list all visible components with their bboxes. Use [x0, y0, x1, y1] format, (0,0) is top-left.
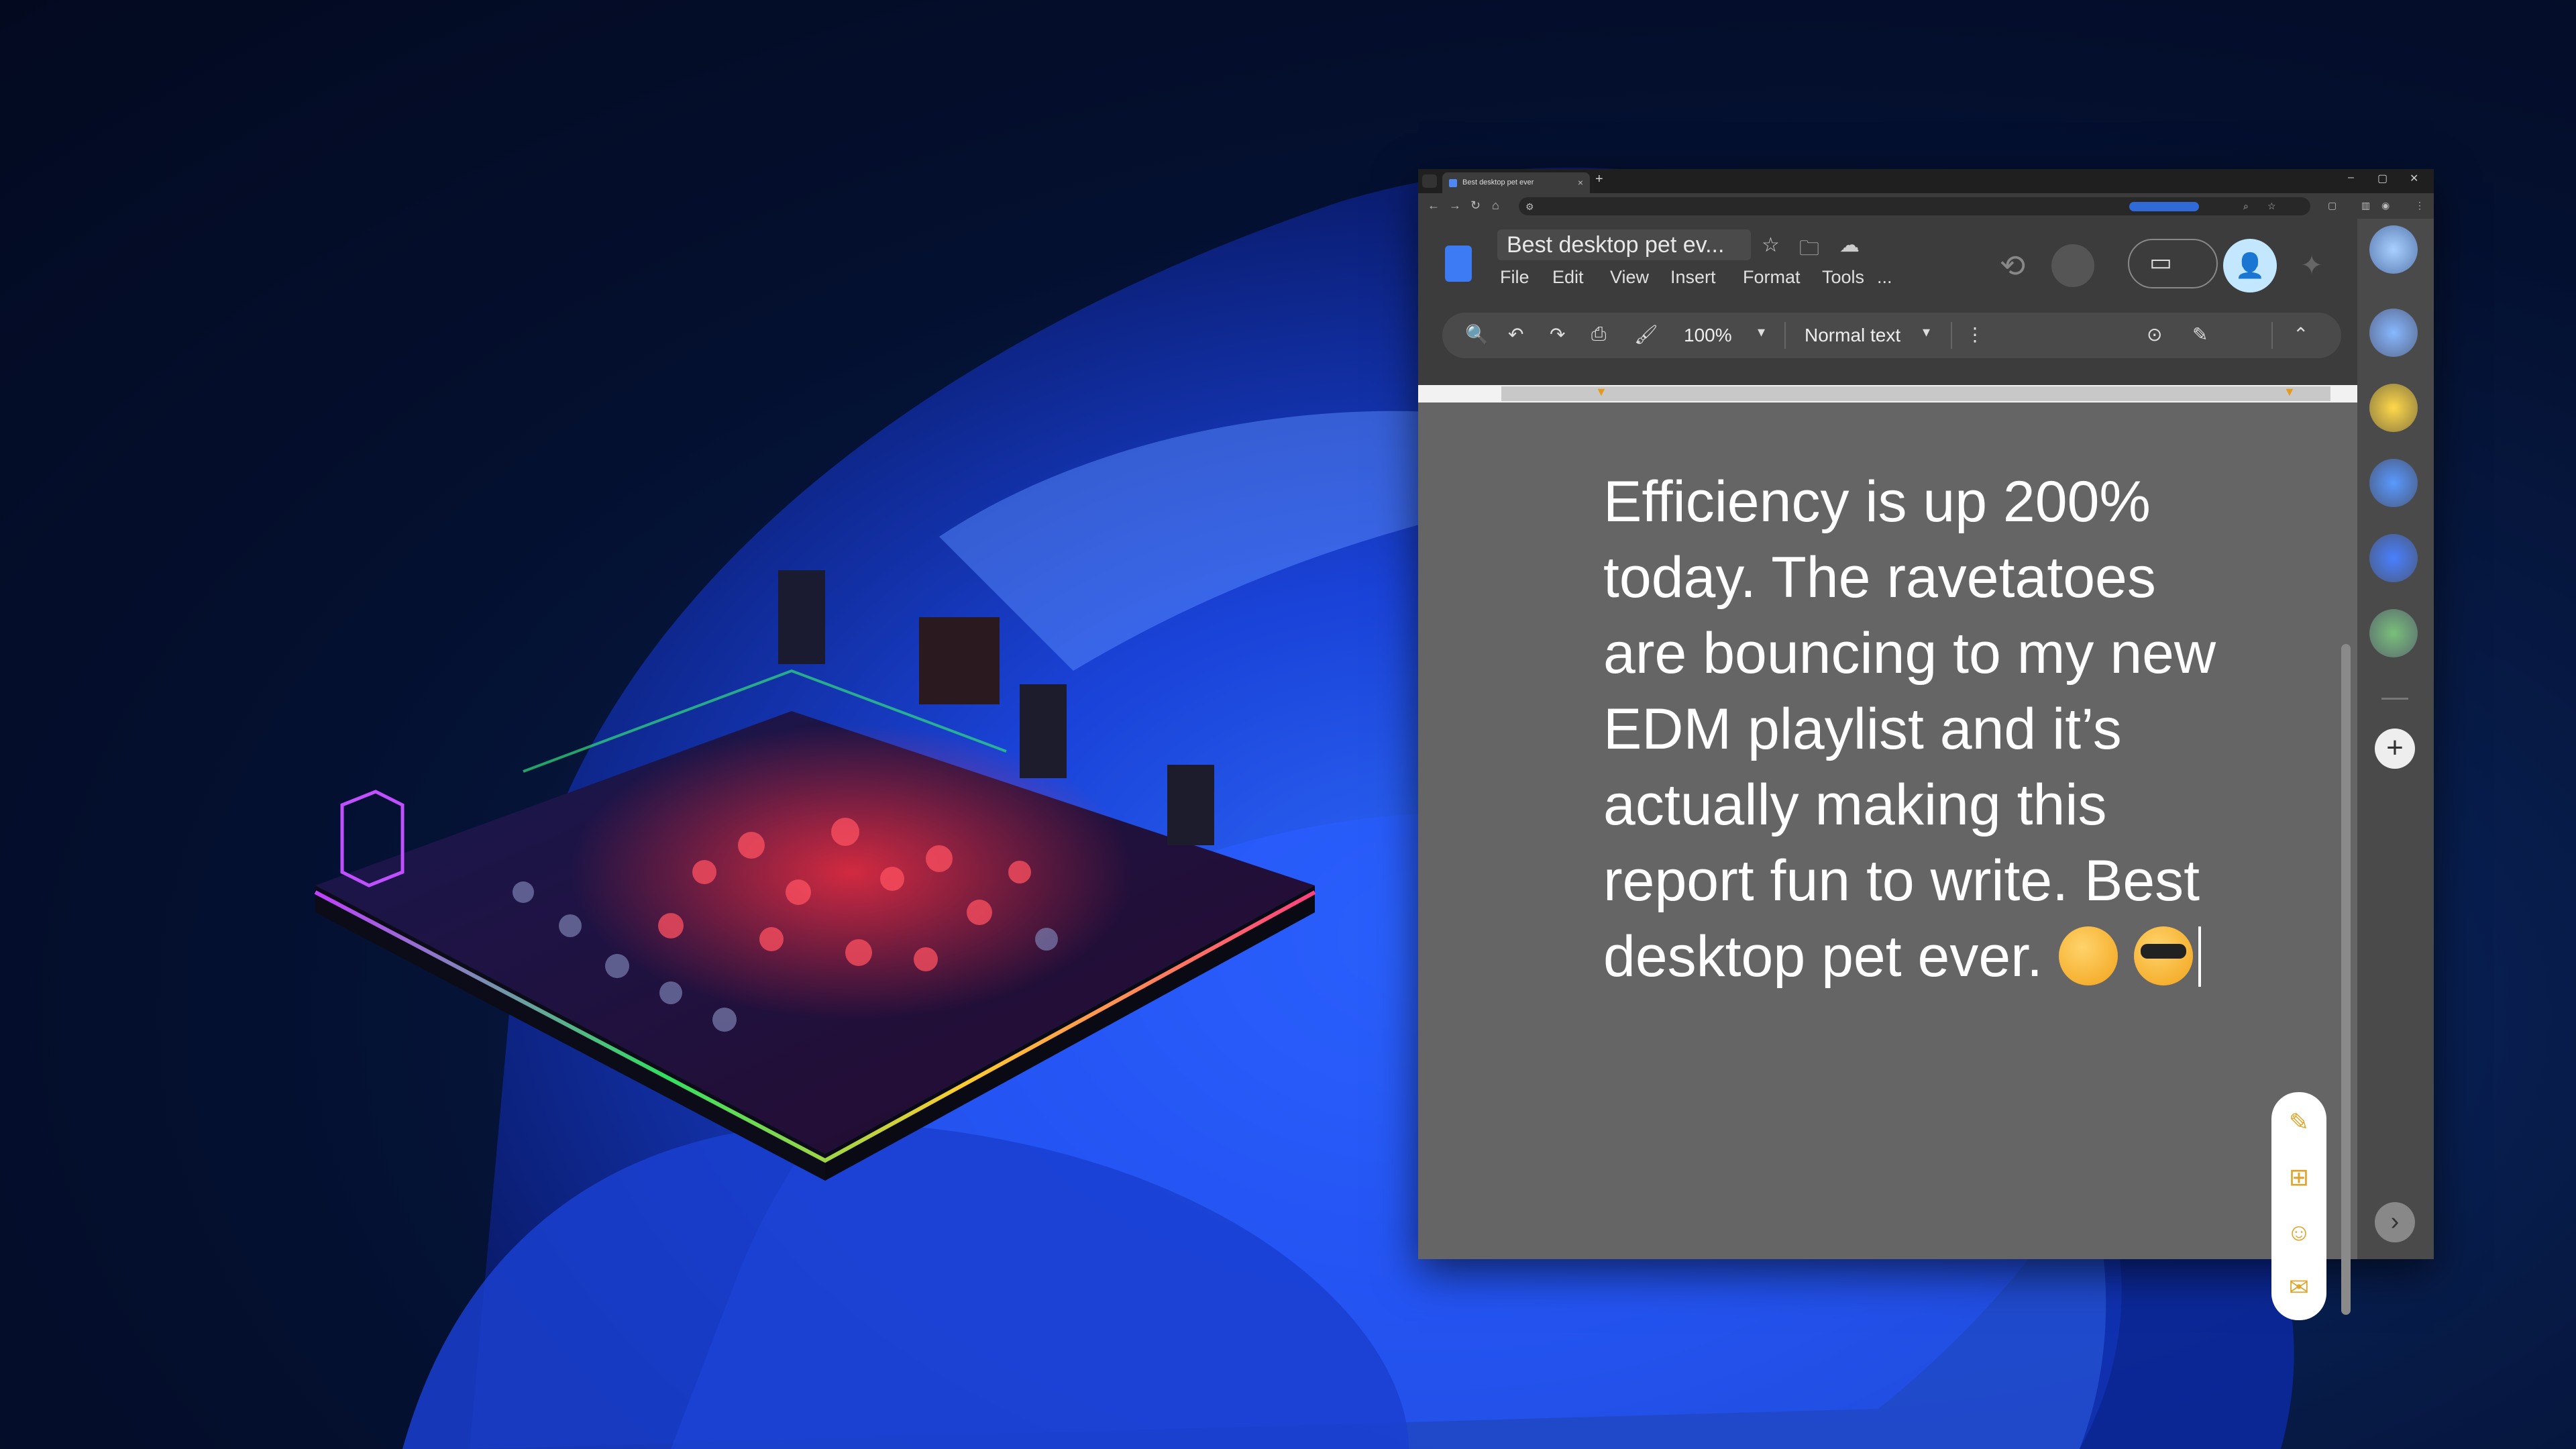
- collapse-chevron-up-icon[interactable]: ⌃: [2293, 323, 2308, 345]
- home-icon[interactable]: ⌂: [1492, 199, 1499, 213]
- paint-format-icon[interactable]: 🖌: [1634, 323, 1658, 345]
- extensions-icon[interactable]: ▢: [2328, 200, 2339, 211]
- zoom-select[interactable]: 100%: [1684, 325, 1732, 346]
- magic-icon[interactable]: ⊙: [2147, 323, 2162, 345]
- floating-side-tools: ✎ ⊞ ☺ ✉: [2271, 1092, 2326, 1320]
- search-icon[interactable]: 🔍: [1465, 323, 1489, 345]
- minimize-button[interactable]: –: [2348, 172, 2354, 184]
- document-canvas[interactable]: Efficiency is up 200% today. The ravetat…: [1418, 402, 2357, 1320]
- reload-icon[interactable]: ↻: [1470, 199, 1481, 213]
- site-info-icon[interactable]: ⚙: [1525, 201, 1536, 212]
- side-panel-rail: + ›: [2357, 219, 2434, 1259]
- video-icon: ▭: [2149, 248, 2173, 276]
- body-line-last: desktop pet ever.: [1603, 919, 2301, 995]
- menu-edit[interactable]: Edit: [1552, 267, 1584, 288]
- style-chevron-down-icon[interactable]: ▾: [1923, 323, 1930, 341]
- menu-format[interactable]: Format: [1743, 267, 1801, 288]
- menu-insert[interactable]: Insert: [1670, 267, 1716, 288]
- body-line: today. The ravetatoes: [1603, 545, 2156, 610]
- calendar-icon[interactable]: [2369, 309, 2418, 357]
- document-title[interactable]: Best desktop pet ev...: [1497, 229, 1751, 260]
- tasks-icon[interactable]: [2369, 459, 2418, 507]
- zoom-chevron-down-icon[interactable]: ▾: [1758, 323, 1765, 341]
- star-icon[interactable]: ☆: [1762, 233, 1780, 257]
- keep-icon[interactable]: [2369, 384, 2418, 432]
- history-icon[interactable]: ⟲: [1991, 244, 2034, 287]
- address-bar-chip[interactable]: [2129, 202, 2199, 211]
- document-body[interactable]: Efficiency is up 200% today. The ravetat…: [1603, 464, 2301, 995]
- menu-view[interactable]: View: [1610, 267, 1649, 288]
- browser-window: Best desktop pet ever × + – ▢ ✕ ← → ↻ ⌂ …: [1418, 169, 2434, 1320]
- maximize-button[interactable]: ▢: [2377, 172, 2387, 185]
- add-addon-button[interactable]: +: [2375, 729, 2415, 769]
- folder-icon[interactable]: 🗀: [1799, 233, 1819, 268]
- more-icon[interactable]: ⋮: [1966, 323, 1984, 345]
- emoji-reaction-icon[interactable]: ☺: [2285, 1218, 2313, 1246]
- ruler-page-area: [1501, 386, 2330, 401]
- meet-button[interactable]: ▭: [2128, 239, 2218, 288]
- address-bar[interactable]: ⚙ ⌕ ☆: [1519, 197, 2310, 215]
- sunglasses-face-emoji-icon: [2134, 926, 2193, 985]
- formatting-toolbar: 🔍 ↶ ↷ ⎙ 🖌 100% ▾ Normal text ▾ ⋮ ⊙ ✎ ⌃: [1442, 313, 2341, 358]
- zoom-icon[interactable]: ⌕: [2243, 201, 2254, 211]
- bookmark-star-icon[interactable]: ☆: [2267, 201, 2278, 211]
- redo-icon[interactable]: ↷: [1550, 323, 1565, 345]
- profile-icon[interactable]: ◉: [2381, 200, 2392, 211]
- smiling-face-emoji-icon: [2059, 926, 2118, 985]
- indent-marker-icon[interactable]: ▼: [1595, 385, 1607, 399]
- maps-icon[interactable]: [2369, 609, 2418, 657]
- forward-icon[interactable]: →: [1449, 199, 1461, 213]
- body-line: EDM playlist and it’s: [1603, 697, 2122, 761]
- toolbar-divider: [1951, 322, 1952, 349]
- right-indent-marker-icon[interactable]: ▼: [2284, 385, 2296, 399]
- print-icon[interactable]: ⎙: [1591, 323, 1606, 345]
- rail-divider: [2381, 698, 2408, 700]
- toolbar-divider: [2271, 322, 2273, 349]
- editing-mode-icon[interactable]: ✎: [2192, 323, 2208, 345]
- contacts-icon[interactable]: [2369, 534, 2418, 582]
- add-comment-icon[interactable]: ⊞: [2285, 1163, 2313, 1191]
- body-line: are bouncing to my new: [1603, 621, 2216, 686]
- close-window-button[interactable]: ✕: [2410, 172, 2418, 185]
- docs-header: Best desktop pet ev... ☆ 🗀 ☁ File Edit V…: [1418, 219, 2357, 299]
- body-line: report fun to write. Best: [1603, 849, 2200, 913]
- share-button[interactable]: 👤: [2223, 239, 2277, 292]
- ruler[interactable]: ▼ ▼: [1418, 385, 2357, 402]
- sidebar-icon[interactable]: ▥: [2361, 200, 2372, 211]
- menu-more[interactable]: ...: [1877, 267, 1892, 288]
- undo-icon[interactable]: ↶: [1508, 323, 1523, 345]
- toolbar-divider: [1784, 322, 1786, 349]
- tab-search-button[interactable]: [1422, 174, 1437, 188]
- docs-favicon-icon: [1449, 179, 1457, 187]
- add-person-icon: 👤: [2235, 252, 2265, 279]
- omnibox-bar: ← → ↻ ⌂ ⚙ ⌕ ☆ ▢ ▥ ◉ ⋮: [1418, 193, 2434, 219]
- docs-logo-icon[interactable]: [1445, 246, 1472, 282]
- gemini-icon[interactable]: ✦: [2290, 244, 2333, 287]
- paragraph-style-select[interactable]: Normal text: [1805, 325, 1900, 346]
- cloud-icon[interactable]: ☁: [1839, 233, 1860, 257]
- vertical-scrollbar[interactable]: [2341, 644, 2351, 1315]
- new-tab-button[interactable]: +: [1595, 172, 1603, 187]
- back-icon[interactable]: ←: [1428, 199, 1440, 213]
- show-side-panel-button[interactable]: ›: [2375, 1202, 2415, 1242]
- suggest-edits-icon[interactable]: ✉: [2285, 1273, 2313, 1301]
- tab-close-icon[interactable]: ×: [1578, 172, 1583, 193]
- text-cursor: [2198, 926, 2201, 987]
- browser-menu-icon[interactable]: ⋮: [2415, 200, 2426, 211]
- menu-file[interactable]: File: [1500, 267, 1529, 288]
- gemini-avatar-icon[interactable]: [2369, 225, 2418, 274]
- tab-title: Best desktop pet ever: [1462, 178, 1534, 186]
- body-line: actually making this: [1603, 773, 2107, 837]
- tab-docs[interactable]: Best desktop pet ever ×: [1442, 172, 1590, 193]
- tab-strip: Best desktop pet ever × + – ▢ ✕: [1418, 169, 2434, 193]
- body-line: desktop pet ever.: [1603, 924, 2043, 989]
- comments-icon[interactable]: [2051, 244, 2094, 287]
- menu-tools[interactable]: Tools: [1822, 267, 1864, 288]
- edit-pencil-icon[interactable]: ✎: [2285, 1108, 2313, 1136]
- body-line: Efficiency is up 200%: [1603, 470, 2151, 534]
